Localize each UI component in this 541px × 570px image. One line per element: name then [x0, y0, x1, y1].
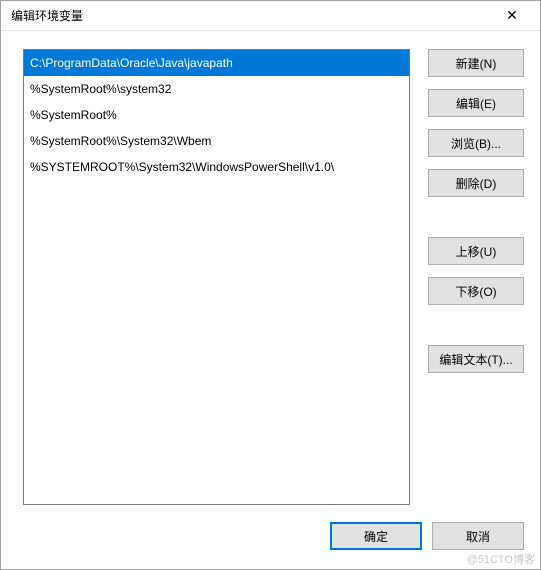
env-var-dialog: 编辑环境变量 ✕ C:\ProgramData\Oracle\Java\java…	[0, 0, 541, 570]
side-buttons: 新建(N) 编辑(E) 浏览(B)... 删除(D) 上移(U) 下移(O) 编…	[428, 49, 524, 507]
list-wrap: C:\ProgramData\Oracle\Java\javapath %Sys…	[23, 49, 410, 507]
delete-button[interactable]: 删除(D)	[428, 169, 524, 197]
browse-button[interactable]: 浏览(B)...	[428, 129, 524, 157]
list-item[interactable]: %SystemRoot%	[24, 102, 409, 128]
new-button[interactable]: 新建(N)	[428, 49, 524, 77]
path-listbox[interactable]: C:\ProgramData\Oracle\Java\javapath %Sys…	[23, 49, 410, 505]
titlebar: 编辑环境变量 ✕	[1, 1, 540, 31]
edit-text-button[interactable]: 编辑文本(T)...	[428, 345, 524, 373]
footer: 确定 取消	[1, 517, 540, 569]
list-item[interactable]: %SystemRoot%\System32\Wbem	[24, 128, 409, 154]
ok-button[interactable]: 确定	[330, 522, 422, 550]
edit-button[interactable]: 编辑(E)	[428, 89, 524, 117]
list-item[interactable]: %SYSTEMROOT%\System32\WindowsPowerShell\…	[24, 154, 409, 180]
content-area: C:\ProgramData\Oracle\Java\javapath %Sys…	[1, 31, 540, 517]
close-icon: ✕	[506, 7, 518, 24]
list-item[interactable]: C:\ProgramData\Oracle\Java\javapath	[24, 50, 409, 76]
dialog-title: 编辑环境变量	[11, 7, 492, 24]
cancel-button[interactable]: 取消	[432, 522, 524, 550]
move-down-button[interactable]: 下移(O)	[428, 277, 524, 305]
move-up-button[interactable]: 上移(U)	[428, 237, 524, 265]
list-item[interactable]: %SystemRoot%\system32	[24, 76, 409, 102]
close-button[interactable]: ✕	[492, 2, 532, 30]
